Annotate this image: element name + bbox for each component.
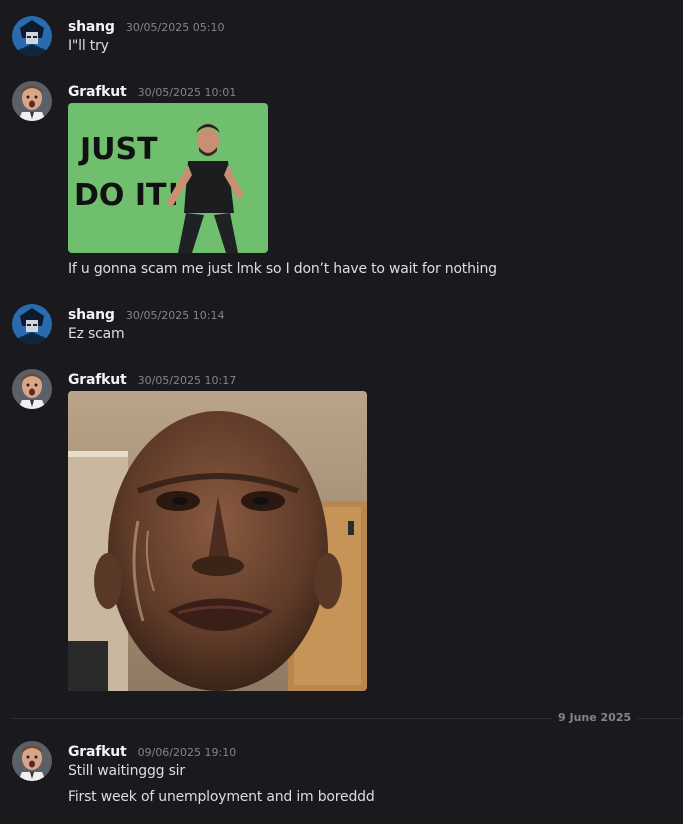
message-author[interactable]: Grafkut — [68, 84, 127, 100]
grafkut-avatar[interactable] — [12, 81, 52, 121]
grafkut-avatar[interactable] — [12, 741, 52, 781]
message-author[interactable]: shang — [68, 19, 115, 35]
shang-avatar[interactable] — [12, 16, 52, 56]
date-divider-label: 9 June 2025 — [552, 711, 638, 724]
just-do-it-gif[interactable]: JUST DO IT! — [68, 103, 268, 253]
chat-log: shang 30/05/2025 05:10 I"ll try Grafkut … — [0, 0, 683, 824]
message-timestamp[interactable]: 30/05/2025 10:14 — [126, 309, 225, 322]
message-text: I"ll try — [68, 38, 109, 54]
message-text: If u gonna scam me just lmk so I don’t h… — [68, 261, 497, 277]
gif-caption-line-1: JUST — [78, 132, 158, 167]
message-author[interactable]: shang — [68, 307, 115, 323]
message-text: Still waitinggg sir — [68, 763, 185, 779]
message-timestamp[interactable]: 30/05/2025 10:17 — [138, 374, 237, 387]
message-timestamp[interactable]: 09/06/2025 19:10 — [138, 746, 237, 759]
gif-caption-line-2: DO IT! — [74, 178, 180, 213]
message-timestamp[interactable]: 30/05/2025 05:10 — [126, 21, 225, 34]
shang-avatar[interactable] — [12, 304, 52, 344]
crying-man-gif[interactable] — [68, 391, 367, 691]
message-author[interactable]: Grafkut — [68, 372, 127, 388]
message-author[interactable]: Grafkut — [68, 744, 127, 760]
message-text: Ez scam — [68, 326, 125, 342]
message-timestamp[interactable]: 30/05/2025 10:01 — [138, 86, 237, 99]
grafkut-avatar[interactable] — [12, 369, 52, 409]
message-text: First week of unemployment and im boredd… — [68, 789, 375, 805]
